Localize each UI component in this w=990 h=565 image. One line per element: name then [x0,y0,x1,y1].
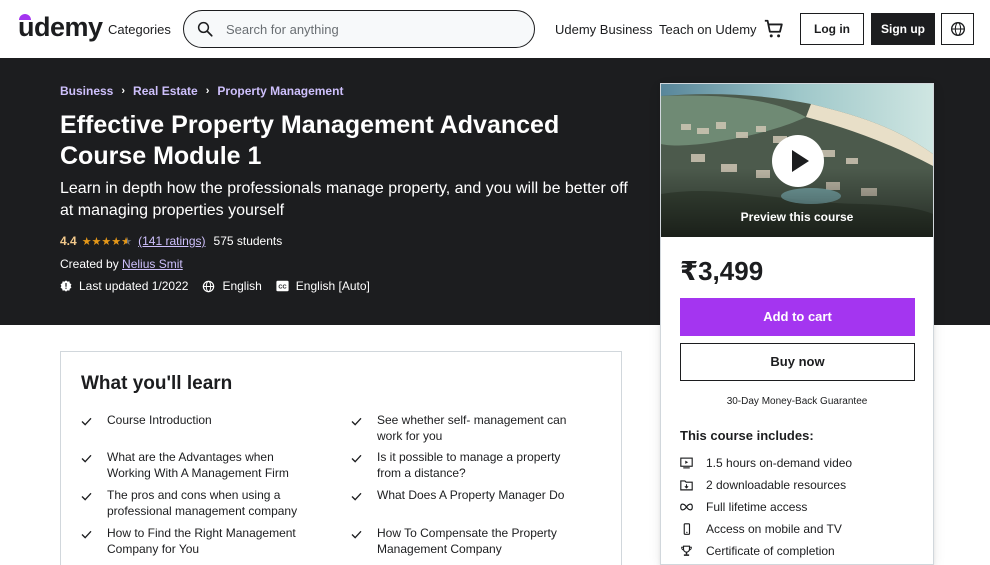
check-icon [81,487,93,519]
top-navbar: udemy Categories Udemy Business Teach on… [0,0,990,58]
check-icon [351,525,363,557]
alert-badge-icon [60,280,72,292]
breadcrumb-property-management[interactable]: Property Management [217,84,343,98]
instructor-link[interactable]: Nelius Smit [122,257,183,271]
infinity-icon [680,503,693,511]
udemy-business-link[interactable]: Udemy Business [555,22,653,37]
login-button[interactable]: Log in [800,13,864,45]
what-youll-learn: What you'll learn Course Introduction Se… [60,351,622,565]
course-price: ₹3,499 [680,256,764,286]
globe-icon [951,22,965,36]
mobile-icon [683,523,691,535]
play-icon[interactable] [772,135,824,187]
list-item: Certificate of completion [680,540,852,562]
chevron-right-icon: › [205,85,210,97]
check-icon [81,412,93,430]
language: English [202,279,262,293]
cart-icon[interactable] [763,18,785,40]
learn-item: What Does A Property Manager Do [351,487,581,505]
includes-list: 1.5 hours on-demand video 2 downloadable… [680,452,852,562]
search-icon[interactable] [196,20,214,38]
learn-item: What are the Advantages when Working Wit… [81,449,311,481]
includes-title: This course includes: [680,428,814,443]
udemy-logo[interactable]: udemy [18,12,103,43]
check-icon [81,449,93,481]
language-text: English [222,279,262,293]
categories-link[interactable]: Categories [108,22,171,37]
purchase-card: Preview this course ₹3,499 Add to cart B… [660,83,934,565]
learn-item: How to Find the Right Management Company… [81,525,311,557]
last-updated: Last updated 1/2022 [60,279,188,293]
captions-text: English [Auto] [295,279,370,293]
closed-captions-icon: CC [276,280,289,292]
breadcrumb: Business › Real Estate › Property Manage… [60,84,343,98]
course-meta: Last updated 1/2022 English CC English [… [60,279,384,293]
last-updated-text: Last updated 1/2022 [79,279,189,293]
learn-item: See whether self- management can work fo… [351,412,581,444]
language-button[interactable] [941,13,974,45]
list-item: Access on mobile and TV [680,518,852,540]
learn-item: Course Introduction [81,412,311,430]
course-title: Effective Property Management Advanced C… [60,111,560,170]
svg-text:CC: CC [278,284,286,290]
learn-item: How To Compensate the Property Managemen… [351,525,581,557]
preview-label[interactable]: Preview this course [661,210,933,224]
check-icon [351,487,363,505]
star-rating-icon: ★★★★★★ [81,235,133,248]
signup-button[interactable]: Sign up [871,13,935,45]
file-icon [680,480,693,491]
check-icon [351,449,363,481]
breadcrumb-real-estate[interactable]: Real Estate [133,84,198,98]
teach-link[interactable]: Teach on Udemy [659,22,757,37]
list-item: Full lifetime access [680,496,852,518]
video-icon [680,457,693,469]
created-by: Created by Nelius Smit [60,257,183,271]
course-subtitle: Learn in depth how the professionals man… [60,180,628,219]
add-to-cart-button[interactable]: Add to cart [680,298,915,336]
created-by-label: Created by [60,257,119,271]
rating-value: 4.4 [60,234,77,248]
check-icon [351,412,363,444]
search-input[interactable] [226,19,516,39]
breadcrumb-business[interactable]: Business [60,84,113,98]
captions: CC English [Auto] [276,279,370,293]
ratings-count-link[interactable]: (141 ratings) [138,234,205,248]
course-preview-video[interactable]: Preview this course [661,84,933,237]
learn-item: The pros and cons when using a professio… [81,487,311,519]
list-item: 1.5 hours on-demand video [680,452,852,474]
learn-item: Is it possible to manage a property from… [351,449,581,481]
money-back-guarantee: 30-Day Money-Back Guarantee [726,396,868,407]
chevron-right-icon: › [121,85,126,97]
list-item: 2 downloadable resources [680,474,852,496]
learn-title: What you'll learn [81,373,233,394]
search-bar[interactable] [183,10,535,48]
globe-icon [203,280,215,292]
trophy-icon [681,545,692,556]
check-icon [81,525,93,557]
buy-now-button[interactable]: Buy now [680,343,915,381]
rating-row: 4.4 ★★★★★★ (141 ratings) 575 students [60,234,282,248]
students-count: 575 students [213,234,283,248]
